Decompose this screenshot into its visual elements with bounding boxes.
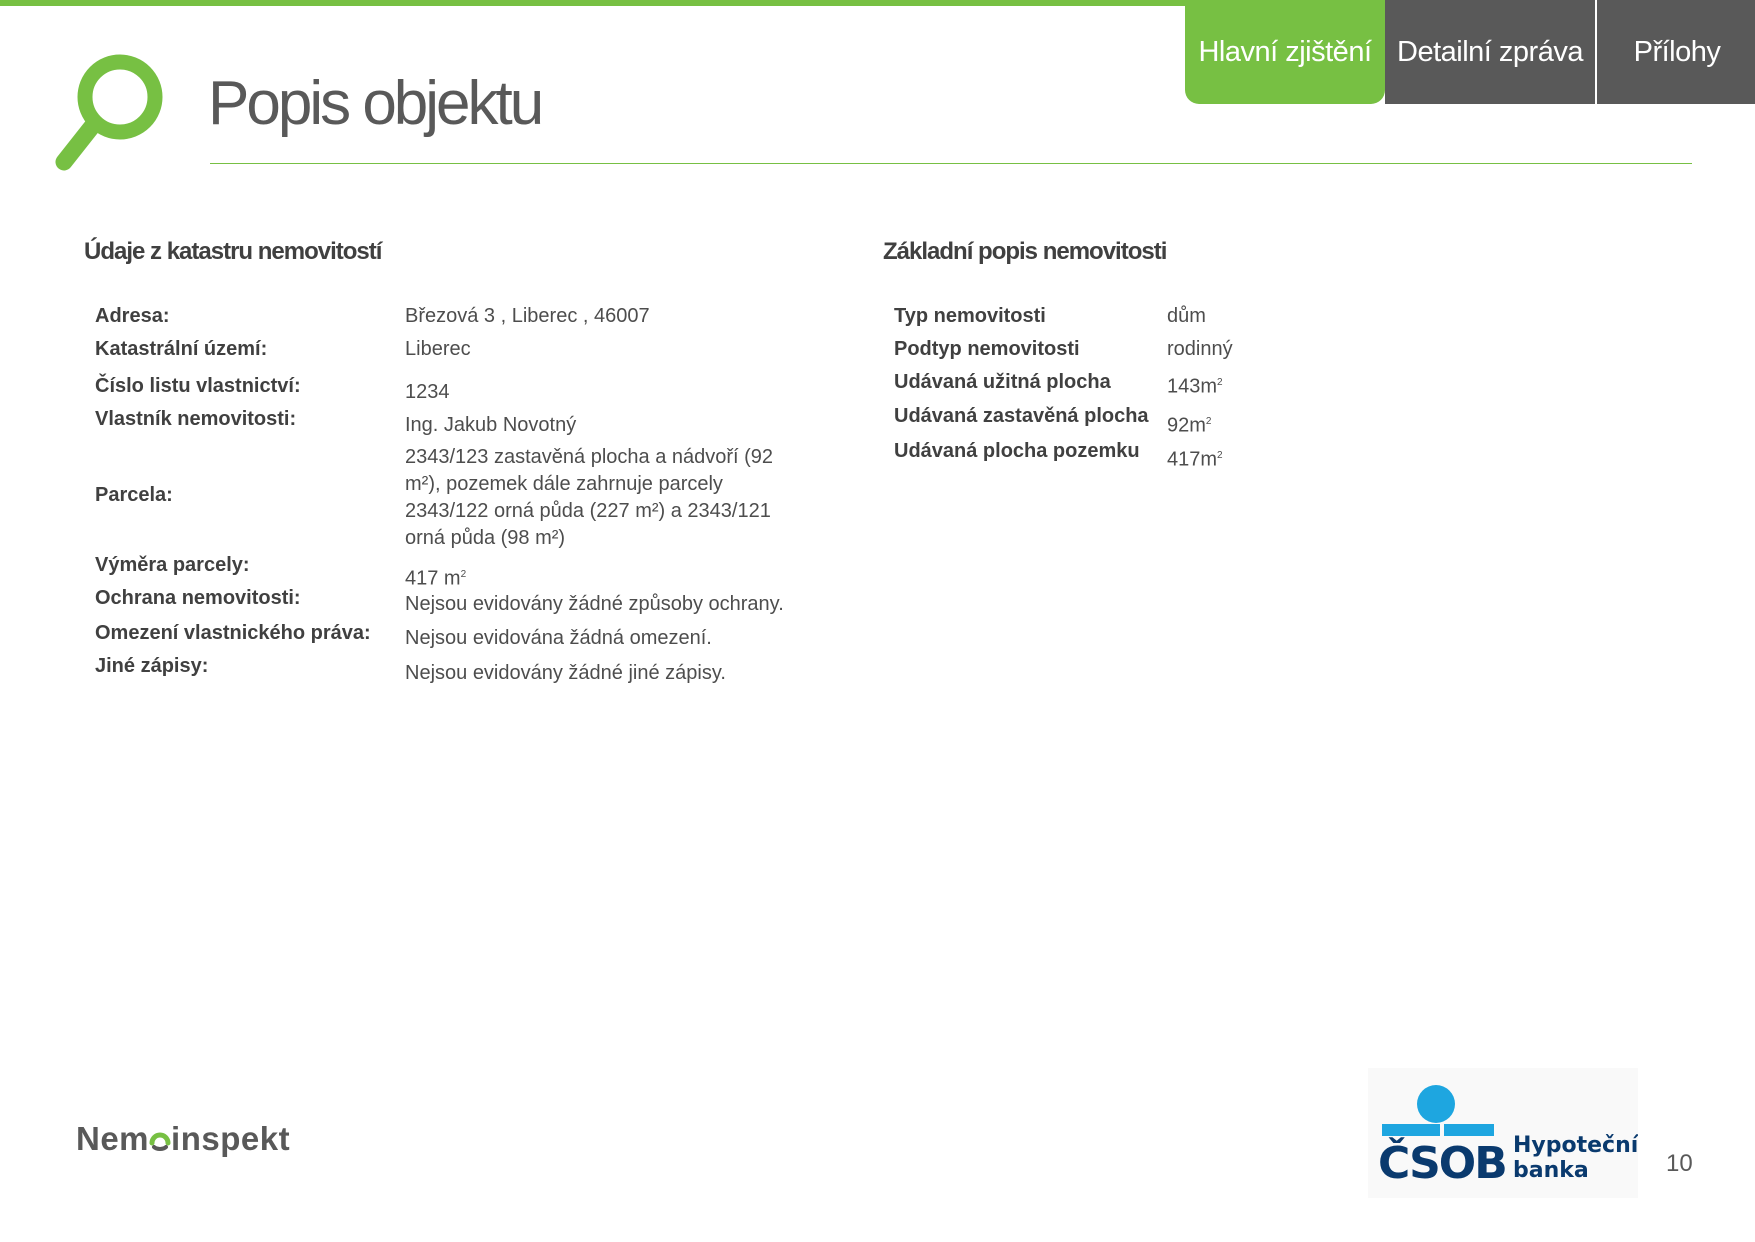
other-records-label: Jiné zápisy: xyxy=(95,655,209,677)
usable-area-value: 143m2 xyxy=(1167,375,1223,398)
page-title: Popis objektu xyxy=(208,69,544,138)
ownership-sheet-label: Číslo listu vlastnictví: xyxy=(95,375,301,397)
land-area-value: 417m2 xyxy=(1167,448,1223,471)
parcel-area-label: Výměra parcely: xyxy=(95,554,250,576)
csob-wordmark: ČSOB xyxy=(1378,1136,1506,1189)
top-accent-line xyxy=(0,0,1185,6)
basic-description-heading: Základní popis nemovitosti xyxy=(883,238,1167,265)
tab-detailni-zprava[interactable]: Detailní zpráva xyxy=(1385,0,1595,104)
usable-area-label: Udávaná užitná plocha xyxy=(894,371,1111,393)
nemoinspekt-logo: Nem inspekt xyxy=(76,1120,291,1157)
parcel-value: 2343/123 zastavěná plocha a nádvoří (92 … xyxy=(405,446,774,549)
cadastre-heading: Údaje z katastru nemovitostí xyxy=(84,238,382,265)
protection-label: Ochrana nemovitosti: xyxy=(95,587,301,609)
property-type-label: Typ nemovitosti xyxy=(894,305,1046,327)
built-up-area-value: 92m2 xyxy=(1167,414,1212,437)
built-up-area-label: Udávaná zastavěná plocha xyxy=(894,405,1149,427)
csob-hypotecni-banka-logo: ČSOB Hypoteční banka xyxy=(1368,1068,1638,1198)
main-tabs: Hlavní zjištění Detailní zpráva Přílohy xyxy=(1185,0,1755,104)
cadastral-area-value: Liberec xyxy=(405,338,471,360)
page-number: 10 xyxy=(1666,1150,1693,1177)
bank-name-line2: banka xyxy=(1513,1158,1589,1183)
ownership-restriction-value: Nejsou evidována žádná omezení. xyxy=(405,627,712,649)
address-value: Březová 3 , Liberec , 46007 xyxy=(405,305,650,327)
property-subtype-label: Podtyp nemovitosti xyxy=(894,338,1080,360)
magnifier-icon xyxy=(55,54,163,171)
ownership-restriction-label: Omezení vlastnického práva: xyxy=(95,622,371,644)
property-type-value: dům xyxy=(1167,305,1206,327)
owner-value: Ing. Jakub Novotný xyxy=(405,414,577,436)
cadastral-area-label: Katastrální území: xyxy=(95,338,268,360)
land-area-label: Udávaná plocha pozemku xyxy=(894,440,1140,462)
nemoinspekt-o-icon xyxy=(149,1132,171,1151)
address-label: Adresa: xyxy=(95,305,170,327)
ownership-sheet-value: 1234 xyxy=(405,381,450,403)
tab-prilohy[interactable]: Přílohy xyxy=(1595,0,1755,104)
parcel-label: Parcela: xyxy=(95,484,173,506)
tab-hlavni-zjisteni[interactable]: Hlavní zjištění xyxy=(1185,0,1385,104)
bank-name-line1: Hypoteční xyxy=(1513,1133,1638,1158)
property-subtype-value: rodinný xyxy=(1167,338,1233,360)
protection-value: Nejsou evidovány žádné způsoby ochrany. xyxy=(405,593,784,615)
title-divider xyxy=(210,163,1692,164)
owner-label: Vlastník nemovitosti: xyxy=(95,408,297,430)
other-records-value: Nejsou evidovány žádné jiné zápisy. xyxy=(405,662,726,684)
parcel-area-value: 417 m2 xyxy=(405,567,467,590)
